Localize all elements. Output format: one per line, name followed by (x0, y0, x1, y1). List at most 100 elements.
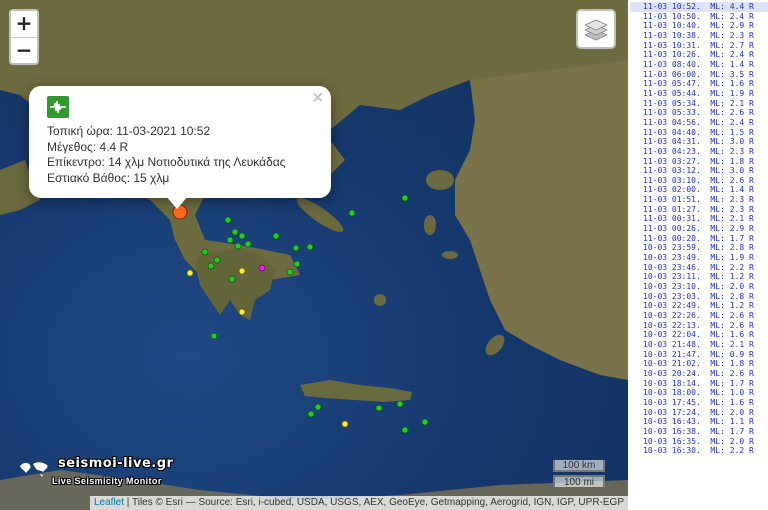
earthquake-list-item[interactable]: 10-03 22:13. ML: 2.6 R (630, 321, 768, 331)
earthquake-marker[interactable] (286, 268, 294, 276)
land-evia (296, 197, 344, 233)
earthquake-list-item[interactable]: 11-03 04:31. ML: 3.0 R (630, 137, 768, 147)
earthquake-marker[interactable] (258, 264, 266, 272)
earthquake-list-item[interactable]: 11-03 08:40. ML: 1.4 R (630, 60, 768, 70)
earthquake-list-item[interactable]: 11-03 05:47. ML: 1.6 R (630, 79, 768, 89)
earthquake-list-item[interactable]: 11-03 03:10. ML: 2.6 R (630, 176, 768, 186)
epicenter-value: 14 χλμ Νοτιοδυτικά της Λευκάδας (108, 155, 286, 169)
earthquake-marker[interactable] (226, 236, 234, 244)
earthquake-marker[interactable] (314, 403, 322, 411)
earthquake-marker[interactable] (207, 262, 215, 270)
earthquake-list-item[interactable]: 10-03 22:04. ML: 1.6 R (630, 330, 768, 340)
earthquake-marker[interactable] (238, 308, 246, 316)
earthquake-list-item[interactable]: 11-03 06:00. ML: 3.5 R (630, 70, 768, 80)
zoom-out-button[interactable]: − (11, 37, 37, 63)
earthquake-marker[interactable] (238, 232, 246, 240)
earthquake-marker[interactable] (306, 243, 314, 251)
earthquake-marker[interactable] (213, 256, 221, 264)
earthquake-list-item[interactable]: 10-03 16:35. ML: 2.0 R (630, 437, 768, 447)
earthquake-list-item[interactable]: 11-03 10:40. ML: 2.9 R (630, 21, 768, 31)
earthquake-list-item[interactable]: 10-03 23:03. ML: 2.8 R (630, 292, 768, 302)
earthquake-marker[interactable] (293, 260, 301, 268)
popup-tip (166, 196, 188, 209)
earthquake-marker[interactable] (401, 426, 409, 434)
earthquake-list-item[interactable]: 11-03 04:23. ML: 2.3 R (630, 147, 768, 157)
earthquake-list-item[interactable]: 10-03 18:14. ML: 1.7 R (630, 379, 768, 389)
earthquake-list-item[interactable]: 11-03 10:31. ML: 2.7 R (630, 41, 768, 51)
earthquake-list-item[interactable]: 11-03 03:12. ML: 3.0 R (630, 166, 768, 176)
earthquake-list-item[interactable]: 11-03 00:20. ML: 1.7 R (630, 234, 768, 244)
earthquake-marker[interactable] (341, 420, 349, 428)
earthquake-list-item[interactable]: 10-03 21:48. ML: 2.1 R (630, 340, 768, 350)
earthquake-list-item[interactable]: 10-03 21:47. ML: 0.9 R (630, 350, 768, 360)
earthquake-list-item[interactable]: 10-03 23:59. ML: 2.8 R (630, 243, 768, 253)
layers-icon (584, 19, 608, 41)
earthquake-list-item[interactable]: 10-03 16:30. ML: 2.2 R (630, 446, 768, 456)
earthquake-list-item[interactable]: 10-03 16:38. ML: 1.7 R (630, 427, 768, 437)
earthquake-list-item[interactable]: 10-03 17:45. ML: 1.6 R (630, 398, 768, 408)
earthquake-marker[interactable] (201, 248, 209, 256)
world-map-icon (20, 462, 48, 477)
earthquake-list-item[interactable]: 10-03 23:10. ML: 2.0 R (630, 282, 768, 292)
earthquake-list-item[interactable]: 10-03 23:11. ML: 1.2 R (630, 272, 768, 282)
earthquake-list-item[interactable]: 11-03 10:26. ML: 2.4 R (630, 50, 768, 60)
earthquake-marker[interactable] (238, 267, 246, 275)
earthquake-list-item[interactable]: 10-03 22:26. ML: 2.6 R (630, 311, 768, 321)
earthquake-list-item[interactable]: 11-03 05:34. ML: 2.1 R (630, 99, 768, 109)
map-view[interactable]: + − × Τοπική ώρα: 11-03-2021 10:52 Μέγεθ… (0, 0, 628, 510)
earthquake-marker[interactable] (292, 244, 300, 252)
earthquake-list-item[interactable]: 11-03 04:40. ML: 1.5 R (630, 128, 768, 138)
earthquake-list-item[interactable]: 10-03 20:24. ML: 2.6 R (630, 369, 768, 379)
map-attribution: Leaflet | Tiles © Esri — Source: Esri, i… (90, 496, 628, 510)
scale-km: 100 km (553, 460, 605, 472)
earthquake-list-item[interactable]: 11-03 04:56. ML: 2.4 R (630, 118, 768, 128)
earthquake-marker[interactable] (231, 228, 239, 236)
earthquake-marker[interactable] (396, 400, 404, 408)
earthquake-list-item[interactable]: 11-03 01:51. ML: 2.3 R (630, 195, 768, 205)
popup-magnitude: Μέγεθος: 4.4 R (47, 140, 313, 156)
earthquake-marker[interactable] (375, 404, 383, 412)
earthquake-list-item[interactable]: 11-03 05:33. ML: 2.6 R (630, 108, 768, 118)
earthquake-marker[interactable] (228, 275, 236, 283)
earthquake-list-item[interactable]: 10-03 23:49. ML: 1.9 R (630, 253, 768, 263)
leaflet-link[interactable]: Leaflet (94, 497, 124, 508)
land-turkey (455, 60, 628, 380)
earthquake-list-item[interactable]: 11-03 05:44. ML: 1.9 R (630, 89, 768, 99)
earthquake-marker[interactable] (234, 242, 242, 250)
earthquake-list[interactable]: 11-03 10:52. ML: 4.4 R 11-03 10:50. ML: 2… (630, 0, 768, 510)
earthquake-marker[interactable] (307, 410, 315, 418)
earthquake-list-item[interactable]: 10-03 18:00. ML: 1.0 R (630, 388, 768, 398)
earthquake-list-item[interactable]: 11-03 02:00. ML: 1.4 R (630, 185, 768, 195)
earthquake-marker[interactable] (421, 418, 429, 426)
earthquake-marker[interactable] (210, 332, 218, 340)
earthquake-list-item[interactable]: 10-03 21:02. ML: 1.8 R (630, 359, 768, 369)
earthquake-list-item[interactable]: 11-03 10:50. ML: 2.4 R (630, 12, 768, 22)
earthquake-list-item[interactable]: 11-03 10:38. ML: 2.3 R (630, 31, 768, 41)
earthquake-list-item[interactable]: 10-03 16:43. ML: 1.1 R (630, 417, 768, 427)
tiles-attribution: | Tiles © Esri — Source: Esri, i-cubed, … (124, 497, 624, 508)
local-time-label: Τοπική ώρα: (47, 124, 113, 138)
earthquake-marker[interactable] (348, 209, 356, 217)
scale-bar: 100 km 100 mi (553, 460, 605, 488)
zoom-control: + − (9, 9, 39, 65)
earthquake-marker[interactable] (272, 232, 280, 240)
earthquake-list-item[interactable]: 11-03 00:26. ML: 2.9 R (630, 224, 768, 234)
zoom-in-button[interactable]: + (11, 11, 37, 37)
land-lesvos (426, 170, 454, 190)
earthquake-marker[interactable] (401, 194, 409, 202)
layers-button[interactable] (576, 9, 616, 49)
earthquake-list-item[interactable]: 11-03 01:27. ML: 2.3 R (630, 205, 768, 215)
earthquake-marker[interactable] (224, 216, 232, 224)
epicenter-label: Επίκεντρο: (47, 155, 105, 169)
earthquake-list-item[interactable]: 11-03 03:27. ML: 1.8 R (630, 157, 768, 167)
earthquake-list-item[interactable]: 10-03 22:49. ML: 1.2 R (630, 301, 768, 311)
land-naxos (374, 294, 386, 306)
earthquake-list-item[interactable]: 10-03 23:46. ML: 2.2 R (630, 263, 768, 273)
earthquake-marker[interactable] (244, 240, 252, 248)
popup-close-button[interactable]: × (311, 88, 324, 106)
earthquake-marker[interactable] (186, 269, 194, 277)
earthquake-list-item[interactable]: 11-03 10:52. ML: 4.4 R (630, 2, 768, 12)
earthquake-list-item[interactable]: 11-03 00:31. ML: 2.1 R (630, 214, 768, 224)
scale-mi: 100 mi (553, 475, 605, 488)
earthquake-list-item[interactable]: 10-03 17:24. ML: 2.0 R (630, 408, 768, 418)
